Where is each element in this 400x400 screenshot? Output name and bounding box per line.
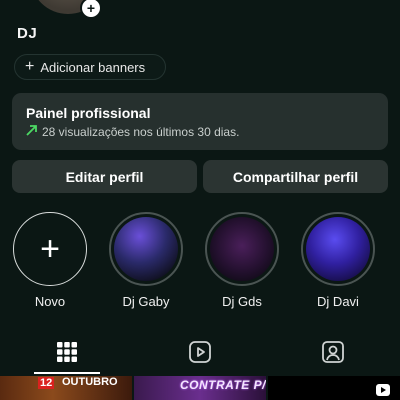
tagged-icon xyxy=(321,341,344,363)
post-grid: 12 OUTUBRO CONTRATE P/ xyxy=(0,376,400,400)
post-thumbnail[interactable]: 12 OUTUBRO xyxy=(0,376,132,400)
tab-reels[interactable] xyxy=(133,330,266,374)
dashboard-stats: 28 visualizações nos últimos 30 dias. xyxy=(42,125,240,139)
highlight-ring[interactable] xyxy=(301,212,375,286)
dashboard-title: Painel profissional xyxy=(26,105,151,121)
profile-tabs xyxy=(0,330,400,374)
post-month: OUTUBRO xyxy=(62,376,118,388)
tab-indicator xyxy=(34,372,100,374)
edit-profile-button[interactable]: Editar perfil xyxy=(12,160,197,193)
professional-dashboard[interactable]: Painel profissional 28 visualizações nos… xyxy=(12,93,388,150)
post-thumbnail[interactable]: CONTRATE P/ xyxy=(134,376,266,400)
highlight-dj-gds[interactable]: Dj Gds xyxy=(202,212,282,309)
reels-icon xyxy=(188,341,211,363)
highlight-label: Dj Gaby xyxy=(122,294,170,309)
highlight-cover xyxy=(114,217,178,281)
share-profile-button[interactable]: Compartilhar perfil xyxy=(203,160,388,193)
username: DJ xyxy=(17,25,38,42)
tab-tagged[interactable] xyxy=(266,330,399,374)
add-banner-label: Adicionar banners xyxy=(40,59,146,75)
plus-icon: + xyxy=(40,230,60,268)
highlight-ring[interactable] xyxy=(109,212,183,286)
add-story-icon[interactable]: + xyxy=(80,0,102,19)
highlight-cover xyxy=(210,217,274,281)
dashboard-stats-row: 28 visualizações nos últimos 30 dias. xyxy=(26,125,374,139)
highlight-label: Novo xyxy=(34,294,66,309)
post-thumbnail[interactable] xyxy=(268,376,400,400)
highlight-new[interactable]: + Novo xyxy=(10,212,90,309)
highlight-cover xyxy=(306,217,370,281)
reel-icon xyxy=(376,384,390,396)
highlight-dj-gaby[interactable]: Dj Gaby xyxy=(106,212,186,309)
new-highlight-ring[interactable]: + xyxy=(13,212,87,286)
highlight-label: Dj Davi xyxy=(317,294,359,309)
highlight-dj-davi[interactable]: Dj Davi xyxy=(298,212,378,309)
highlight-label: Dj Gds xyxy=(222,294,262,309)
plus-icon: + xyxy=(25,58,35,75)
add-banner-button[interactable]: + Adicionar banners xyxy=(14,54,166,80)
profile-screen: + DJ + Adicionar banners Painel profissi… xyxy=(0,0,400,400)
trend-up-icon xyxy=(26,125,37,139)
post-text: CONTRATE P/ xyxy=(180,378,266,392)
post-date: 12 xyxy=(38,377,55,389)
highlight-ring[interactable] xyxy=(205,212,279,286)
grid-icon xyxy=(56,342,77,362)
tab-grid[interactable] xyxy=(0,330,133,374)
